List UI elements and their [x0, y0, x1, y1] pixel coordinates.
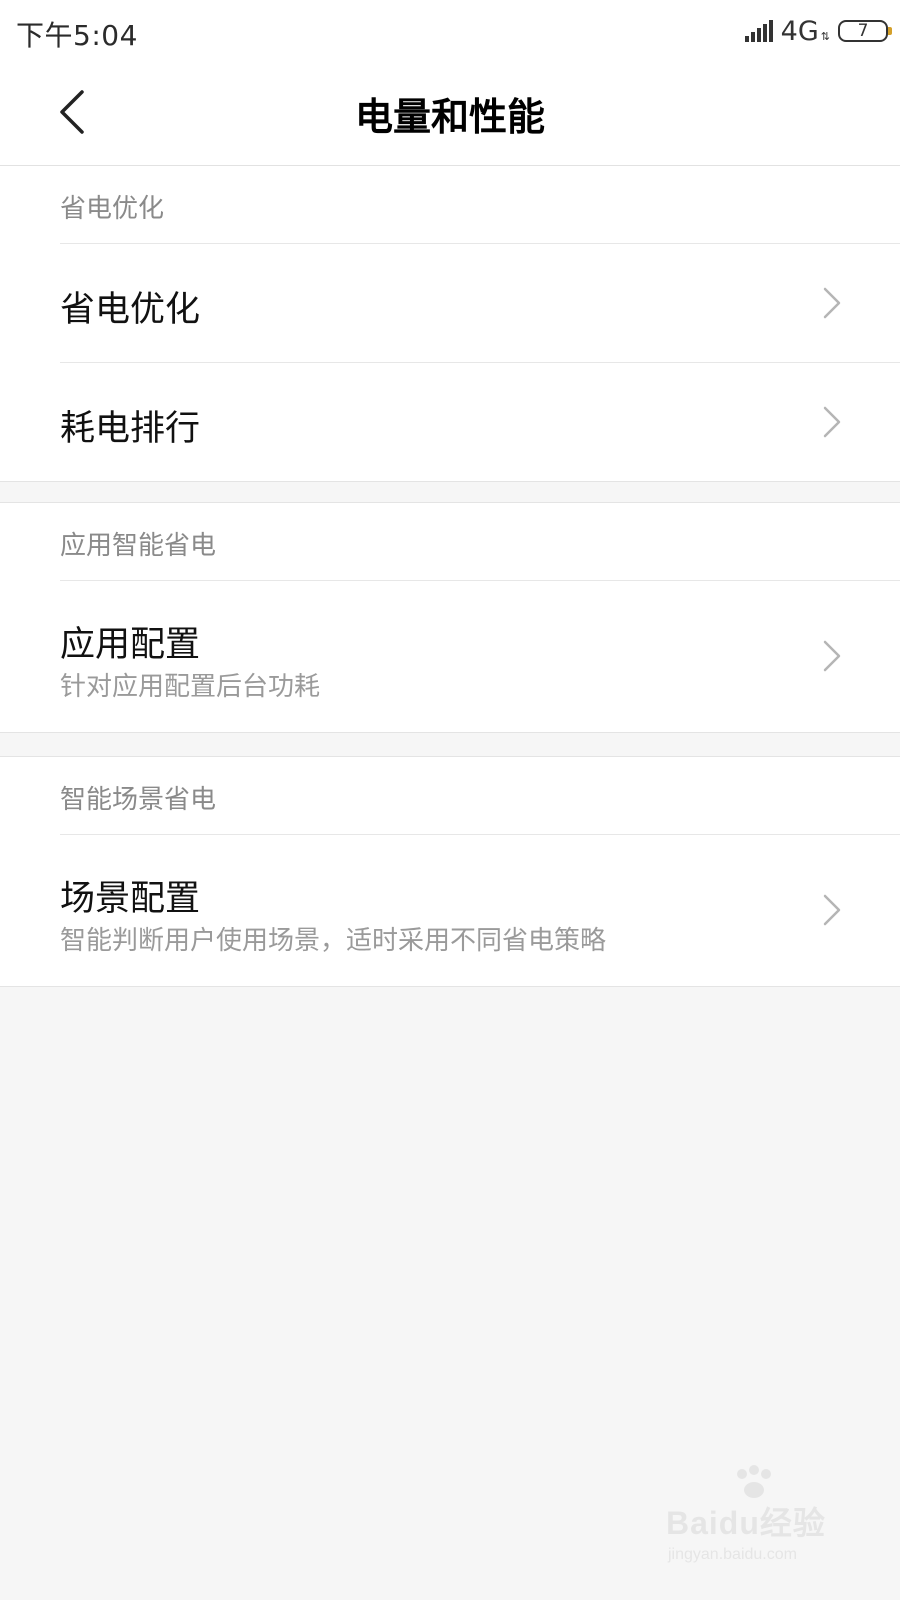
menu-item-subtitle: 针对应用配置后台功耗: [60, 672, 321, 702]
signal-bars-icon: [744, 20, 775, 42]
section-power-saving: 省电优化 省电优化 耗电排行: [0, 166, 900, 482]
menu-item-power-ranking[interactable]: 耗电排行: [0, 362, 900, 481]
watermark-url: jingyan.baidu.com: [668, 1546, 797, 1563]
status-bar: 下午5:04 4G ⇅ 7: [0, 0, 900, 62]
chevron-right-icon: [823, 406, 841, 438]
section-label: 省电优化: [60, 194, 165, 224]
status-time: 下午5:04: [16, 19, 138, 52]
menu-item-title: 场景配置: [60, 879, 201, 919]
title-bar: 电量和性能: [0, 62, 900, 166]
data-activity-icon: ⇅: [820, 29, 830, 43]
battery-tip: [888, 27, 892, 35]
menu-item-app-config[interactable]: 应用配置 针对应用配置后台功耗: [0, 580, 900, 732]
battery-level: 7: [857, 21, 869, 41]
menu-item-power-saving[interactable]: 省电优化: [0, 243, 900, 362]
paw-logo-icon: [737, 1465, 771, 1498]
section-header: 智能场景省电: [0, 757, 900, 834]
baidu-watermark: Baidu经验 jingyan.baidu.com: [666, 1465, 836, 1578]
section-scene-smart-saving: 智能场景省电 场景配置 智能判断用户使用场景，适时采用不同省电策略: [0, 756, 900, 987]
section-header: 应用智能省电: [0, 503, 900, 580]
menu-item-title: 耗电排行: [60, 409, 201, 449]
watermark-brand: Baidu经验: [666, 1505, 826, 1541]
menu-item-scene-config[interactable]: 场景配置 智能判断用户使用场景，适时采用不同省电策略: [0, 834, 900, 986]
section-header: 省电优化: [0, 166, 900, 243]
status-indicators: 4G ⇅ 7: [744, 14, 892, 48]
menu-item-title: 应用配置: [60, 625, 201, 665]
menu-item-title: 省电优化: [60, 290, 201, 330]
chevron-right-icon: [823, 287, 841, 319]
section-app-smart-saving: 应用智能省电 应用配置 针对应用配置后台功耗: [0, 502, 900, 733]
chevron-right-icon: [823, 640, 841, 672]
section-label: 智能场景省电: [60, 785, 217, 815]
menu-item-subtitle: 智能判断用户使用场景，适时采用不同省电策略: [60, 926, 607, 956]
network-type: 4G: [780, 15, 819, 47]
page-title: 电量和性能: [354, 95, 545, 139]
battery-icon: 7: [838, 20, 892, 42]
section-label: 应用智能省电: [60, 531, 217, 561]
chevron-right-icon: [823, 894, 841, 926]
